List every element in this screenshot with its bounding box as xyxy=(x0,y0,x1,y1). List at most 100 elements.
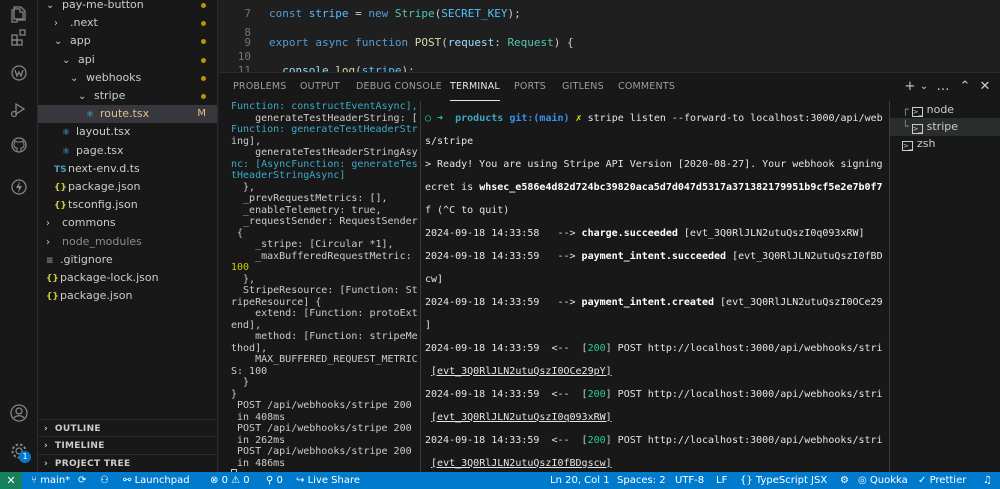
folder-item[interactable]: › .next xyxy=(38,14,217,32)
activity-bar: 1 xyxy=(0,0,38,472)
terminal-line: }, xyxy=(231,273,256,285)
sync-icon[interactable]: ⟳ xyxy=(78,472,86,489)
modified-dot xyxy=(201,94,206,99)
language-mode[interactable]: {} TypeScript JSX xyxy=(740,472,827,489)
file-item[interactable]: {}package.json xyxy=(38,287,217,305)
outline-section[interactable]: › OUTLINE xyxy=(38,419,217,437)
timeline-section[interactable]: › TIMELINE xyxy=(38,436,217,454)
tab-output[interactable]: OUTPUT xyxy=(300,73,340,101)
remote-indicator-icon[interactable]: ✕ xyxy=(0,472,22,489)
account-icon[interactable] xyxy=(0,398,38,428)
modified-dot xyxy=(201,21,206,27)
file-item[interactable]: ≡ .gitignore xyxy=(38,251,217,269)
terminal-line: cw] xyxy=(425,273,444,285)
file-item[interactable]: ⚛ page.tsx xyxy=(38,142,217,160)
folder-item[interactable]: › commons xyxy=(38,214,217,232)
quokka-item[interactable]: ◎ Quokka xyxy=(858,472,908,489)
terminal-line: _maxBufferedRequestMetric: xyxy=(231,250,418,262)
code-line: 11 console.log(stripe); xyxy=(237,64,415,72)
tab-ports[interactable]: PORTS xyxy=(514,73,546,101)
ports-item[interactable]: ⚲ 0 xyxy=(266,472,283,489)
file-item[interactable]: {}tsconfig.json xyxy=(38,196,217,214)
folder-item[interactable]: ⌄ webhooks xyxy=(38,69,217,87)
tab-debug-console[interactable]: DEBUG CONSOLE xyxy=(356,73,442,101)
account-sync-icon[interactable]: ⚇ xyxy=(100,472,109,489)
terminal-line: StripeResource: [Function: St xyxy=(231,285,418,296)
github-icon[interactable] xyxy=(0,130,38,160)
folder-item[interactable]: ⌄ stripe xyxy=(38,87,217,105)
chevron-down-icon: ⌄ xyxy=(62,54,71,66)
tab-comments[interactable]: COMMENTS xyxy=(618,73,675,101)
more-actions-icon[interactable]: … xyxy=(934,78,952,96)
terminal-stripe-output[interactable]: ○ ➜ products git:(main) ✗ stripe listen … xyxy=(425,101,883,473)
folder-item[interactable]: ⌄ app xyxy=(38,32,217,50)
terminal-split-divider[interactable] xyxy=(420,101,421,473)
terminal-list-item-stripe[interactable]: └ >_ stripe xyxy=(890,118,1000,136)
branch-item[interactable]: ⑂ main* xyxy=(31,472,70,489)
tree-item-label: pay-me-button xyxy=(62,0,144,11)
terminal-line: ecret is whsec_e586e4d82d724bc39820aca5d… xyxy=(425,181,883,193)
terminal-list-item-node[interactable]: ┌ >_ node xyxy=(902,101,954,119)
terminal-line: MAX_BUFFERED_REQUEST_METRIC xyxy=(231,354,418,365)
braces-icon: {} xyxy=(740,475,756,486)
tree-item-label: commons xyxy=(62,216,116,230)
terminal-line: in 486ms xyxy=(231,457,286,469)
extensions-icon[interactable] xyxy=(0,22,38,52)
text-file-icon: ≡ xyxy=(46,255,54,266)
terminal-line: f (^C to quit) xyxy=(425,204,510,216)
file-item[interactable]: ⚛ route.tsx M xyxy=(38,105,217,124)
chevron-down-icon: ⌄ xyxy=(46,0,55,11)
terminal-line: S: 100 xyxy=(231,365,268,377)
tree-item-label: route.tsx xyxy=(100,107,150,121)
tab-problems[interactable]: PROBLEMS xyxy=(233,73,286,101)
terminal-line: [evt_3Q0RlJLN2utuQszI0q093xRW] xyxy=(431,411,612,423)
check-icon: ✓ xyxy=(918,475,930,486)
terminal-line: [evt_3Q0RlJLN2utuQszI0OCe29pY] xyxy=(431,365,612,377)
settings-icon[interactable]: 1 xyxy=(0,436,38,466)
file-item[interactable]: TSnext-env.d.ts xyxy=(38,160,217,178)
code-editor[interactable]: 7 const stripe = new Stripe(SECRET_KEY); … xyxy=(219,0,1000,72)
tree-item-label: next-env.d.ts xyxy=(68,161,140,175)
folder-item[interactable]: ⌄ pay-me-button xyxy=(38,0,217,14)
file-item[interactable]: {}package-lock.json xyxy=(38,269,217,287)
live-share-item[interactable]: ↪ Live Share xyxy=(296,472,360,489)
terminal-node-output[interactable]: Function: constructEventAsync], generate… xyxy=(231,101,423,473)
run-debug-icon[interactable] xyxy=(0,94,38,124)
chevron-down-icon: ⌄ xyxy=(70,72,79,84)
maximize-panel-icon[interactable]: ⌃ xyxy=(956,78,974,96)
notifications-bell-icon[interactable]: ♫ xyxy=(983,472,992,489)
launchpad-item[interactable]: ⚯ Launchpad xyxy=(123,472,190,489)
terminal-list-item-zsh[interactable]: >_ zsh xyxy=(902,135,935,153)
indentation[interactable]: Spaces: 2 xyxy=(617,472,666,489)
tree-item-label: tsconfig.json xyxy=(68,198,138,212)
problems-item[interactable]: ⊗ 0 ⚠ 0 xyxy=(210,472,250,489)
terminal-line: _enableTelemetry: true, xyxy=(231,204,382,216)
feedback-icon[interactable]: ⚙ xyxy=(840,472,849,489)
terminal-line: } xyxy=(231,377,250,388)
terminal-line: tHeaderStringAsync] xyxy=(231,170,346,181)
folder-item[interactable]: ⌄ api xyxy=(38,51,217,69)
close-panel-icon[interactable]: ✕ xyxy=(976,78,994,96)
tab-terminal[interactable]: TERMINAL xyxy=(450,73,500,101)
remote-explorer-icon[interactable] xyxy=(0,58,38,88)
file-item[interactable]: ⚛ layout.tsx xyxy=(38,123,217,141)
tab-gitlens[interactable]: GITLENS xyxy=(562,73,604,101)
tree-item-label: .gitignore xyxy=(60,252,113,266)
settings-badge: 1 xyxy=(19,451,31,463)
folder-item[interactable]: › node_modules xyxy=(38,233,217,251)
modified-dot xyxy=(201,57,206,63)
encoding[interactable]: UTF-8 xyxy=(675,472,704,489)
project-tree-section[interactable]: › PROJECT TREE xyxy=(38,454,217,472)
file-item[interactable]: {}package.json xyxy=(38,178,217,196)
terminal-line: _stripe: [Circular *1], xyxy=(231,239,394,250)
status-bar: ✕ ⑂ main* ⟳ ⚇ ⚯ Launchpad ⊗ 0 ⚠ 0 ⚲ 0 ↪ … xyxy=(0,472,1000,489)
terminal-line: in 262ms xyxy=(231,434,286,446)
tsx-file-icon: ⚛ xyxy=(62,146,71,157)
terminal-line: nc: [AsyncFunction: generateTes xyxy=(231,158,418,170)
chevron-down-icon[interactable]: ⌄ xyxy=(915,78,933,96)
cursor-position[interactable]: Ln 20, Col 1 xyxy=(550,472,610,489)
end-of-line[interactable]: LF xyxy=(716,472,727,489)
tree-item-label: .next xyxy=(70,16,98,30)
lightning-icon[interactable] xyxy=(0,172,38,202)
prettier-item[interactable]: ✓ Prettier xyxy=(918,472,966,489)
